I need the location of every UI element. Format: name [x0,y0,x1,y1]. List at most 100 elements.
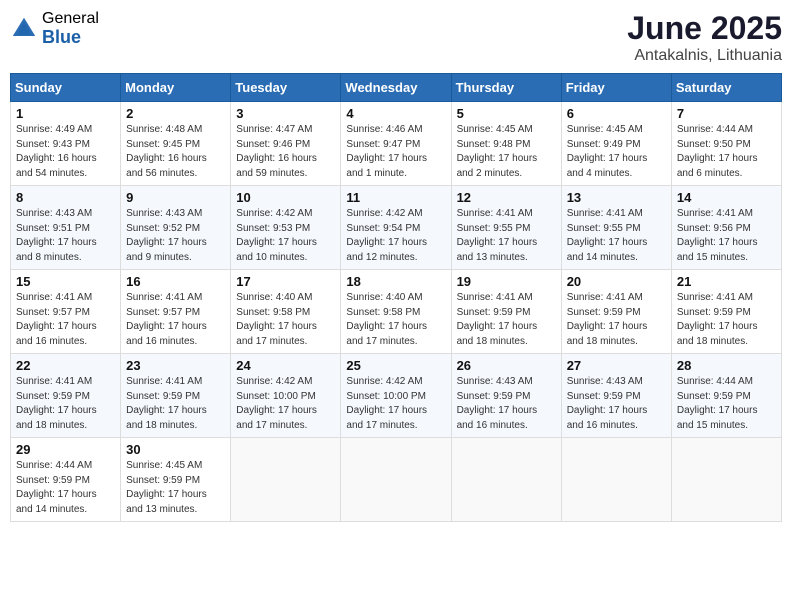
calendar-cell: 18 Sunrise: 4:40 AM Sunset: 9:58 PM Dayl… [341,270,451,354]
calendar-cell: 13 Sunrise: 4:41 AM Sunset: 9:55 PM Dayl… [561,186,671,270]
sunset: Sunset: 9:59 PM [677,391,751,402]
calendar-cell: 20 Sunrise: 4:41 AM Sunset: 9:59 PM Dayl… [561,270,671,354]
day-number: 9 [126,190,225,205]
sunset: Sunset: 9:49 PM [567,139,641,150]
day-info: Sunrise: 4:44 AM Sunset: 9:50 PM Dayligh… [677,123,776,181]
sunset: Sunset: 9:52 PM [126,223,200,234]
sunrise: Sunrise: 4:43 AM [457,376,533,387]
daylight: Daylight: 17 hours and 6 minutes. [677,153,758,179]
daylight: Daylight: 17 hours and 15 minutes. [677,405,758,431]
calendar-cell: 8 Sunrise: 4:43 AM Sunset: 9:51 PM Dayli… [11,186,121,270]
col-header-wednesday: Wednesday [341,74,451,102]
day-number: 12 [457,190,556,205]
day-number: 8 [16,190,115,205]
calendar-cell: 2 Sunrise: 4:48 AM Sunset: 9:45 PM Dayli… [121,102,231,186]
day-info: Sunrise: 4:41 AM Sunset: 9:59 PM Dayligh… [677,291,776,349]
calendar-cell: 7 Sunrise: 4:44 AM Sunset: 9:50 PM Dayli… [671,102,781,186]
calendar-cell: 3 Sunrise: 4:47 AM Sunset: 9:46 PM Dayli… [231,102,341,186]
sunset: Sunset: 9:59 PM [126,391,200,402]
calendar-cell [451,438,561,522]
sunset: Sunset: 9:59 PM [16,391,90,402]
col-header-tuesday: Tuesday [231,74,341,102]
day-info: Sunrise: 4:42 AM Sunset: 10:00 PM Daylig… [236,375,335,433]
logo-text: General Blue [42,10,99,47]
sunset: Sunset: 9:54 PM [346,223,420,234]
calendar-week-1: 1 Sunrise: 4:49 AM Sunset: 9:43 PM Dayli… [11,102,782,186]
location: Antakalnis, Lithuania [627,47,782,65]
sunrise: Sunrise: 4:47 AM [236,124,312,135]
sunset: Sunset: 9:59 PM [457,391,531,402]
daylight: Daylight: 17 hours and 4 minutes. [567,153,648,179]
day-number: 23 [126,358,225,373]
logo-general: General [42,10,99,28]
daylight: Daylight: 17 hours and 17 minutes. [346,321,427,347]
day-number: 28 [677,358,776,373]
sunrise: Sunrise: 4:44 AM [677,124,753,135]
sunrise: Sunrise: 4:42 AM [236,208,312,219]
day-number: 2 [126,106,225,121]
calendar-week-4: 22 Sunrise: 4:41 AM Sunset: 9:59 PM Dayl… [11,354,782,438]
day-info: Sunrise: 4:43 AM Sunset: 9:59 PM Dayligh… [457,375,556,433]
day-number: 25 [346,358,445,373]
day-info: Sunrise: 4:41 AM Sunset: 9:59 PM Dayligh… [16,375,115,433]
sunrise: Sunrise: 4:44 AM [16,460,92,471]
sunset: Sunset: 9:59 PM [677,307,751,318]
daylight: Daylight: 17 hours and 17 minutes. [236,405,317,431]
sunrise: Sunrise: 4:41 AM [16,292,92,303]
sunrise: Sunrise: 4:42 AM [346,208,422,219]
sunset: Sunset: 9:57 PM [16,307,90,318]
day-number: 20 [567,274,666,289]
daylight: Daylight: 17 hours and 18 minutes. [677,321,758,347]
calendar-cell: 9 Sunrise: 4:43 AM Sunset: 9:52 PM Dayli… [121,186,231,270]
calendar-cell [231,438,341,522]
day-info: Sunrise: 4:44 AM Sunset: 9:59 PM Dayligh… [16,459,115,517]
calendar-cell: 5 Sunrise: 4:45 AM Sunset: 9:48 PM Dayli… [451,102,561,186]
day-number: 11 [346,190,445,205]
sunrise: Sunrise: 4:41 AM [16,376,92,387]
daylight: Daylight: 17 hours and 14 minutes. [567,237,648,263]
calendar-week-5: 29 Sunrise: 4:44 AM Sunset: 9:59 PM Dayl… [11,438,782,522]
daylight: Daylight: 16 hours and 54 minutes. [16,153,97,179]
calendar-cell: 1 Sunrise: 4:49 AM Sunset: 9:43 PM Dayli… [11,102,121,186]
day-number: 15 [16,274,115,289]
daylight: Daylight: 17 hours and 13 minutes. [126,489,207,515]
day-info: Sunrise: 4:40 AM Sunset: 9:58 PM Dayligh… [236,291,335,349]
day-info: Sunrise: 4:41 AM Sunset: 9:56 PM Dayligh… [677,207,776,265]
col-header-thursday: Thursday [451,74,561,102]
day-info: Sunrise: 4:41 AM Sunset: 9:55 PM Dayligh… [567,207,666,265]
calendar-cell [671,438,781,522]
sunrise: Sunrise: 4:45 AM [457,124,533,135]
logo-blue: Blue [42,28,99,48]
sunset: Sunset: 9:58 PM [346,307,420,318]
day-number: 29 [16,442,115,457]
day-info: Sunrise: 4:41 AM Sunset: 9:59 PM Dayligh… [457,291,556,349]
sunset: Sunset: 9:55 PM [567,223,641,234]
calendar-cell: 23 Sunrise: 4:41 AM Sunset: 9:59 PM Dayl… [121,354,231,438]
calendar-cell: 12 Sunrise: 4:41 AM Sunset: 9:55 PM Dayl… [451,186,561,270]
sunset: Sunset: 9:57 PM [126,307,200,318]
day-number: 5 [457,106,556,121]
day-info: Sunrise: 4:40 AM Sunset: 9:58 PM Dayligh… [346,291,445,349]
sunset: Sunset: 9:59 PM [16,475,90,486]
calendar-cell [341,438,451,522]
calendar-cell: 21 Sunrise: 4:41 AM Sunset: 9:59 PM Dayl… [671,270,781,354]
daylight: Daylight: 16 hours and 56 minutes. [126,153,207,179]
logo: General Blue [10,10,99,47]
daylight: Daylight: 16 hours and 59 minutes. [236,153,317,179]
sunrise: Sunrise: 4:45 AM [126,460,202,471]
day-number: 4 [346,106,445,121]
sunset: Sunset: 9:58 PM [236,307,310,318]
daylight: Daylight: 17 hours and 16 minutes. [16,321,97,347]
sunset: Sunset: 9:55 PM [457,223,531,234]
sunrise: Sunrise: 4:41 AM [457,292,533,303]
calendar-cell: 17 Sunrise: 4:40 AM Sunset: 9:58 PM Dayl… [231,270,341,354]
daylight: Daylight: 17 hours and 15 minutes. [677,237,758,263]
logo-icon [10,15,38,43]
day-info: Sunrise: 4:42 AM Sunset: 10:00 PM Daylig… [346,375,445,433]
calendar-cell: 25 Sunrise: 4:42 AM Sunset: 10:00 PM Day… [341,354,451,438]
day-number: 30 [126,442,225,457]
day-info: Sunrise: 4:45 AM Sunset: 9:48 PM Dayligh… [457,123,556,181]
calendar-cell: 29 Sunrise: 4:44 AM Sunset: 9:59 PM Dayl… [11,438,121,522]
day-info: Sunrise: 4:49 AM Sunset: 9:43 PM Dayligh… [16,123,115,181]
sunrise: Sunrise: 4:42 AM [236,376,312,387]
